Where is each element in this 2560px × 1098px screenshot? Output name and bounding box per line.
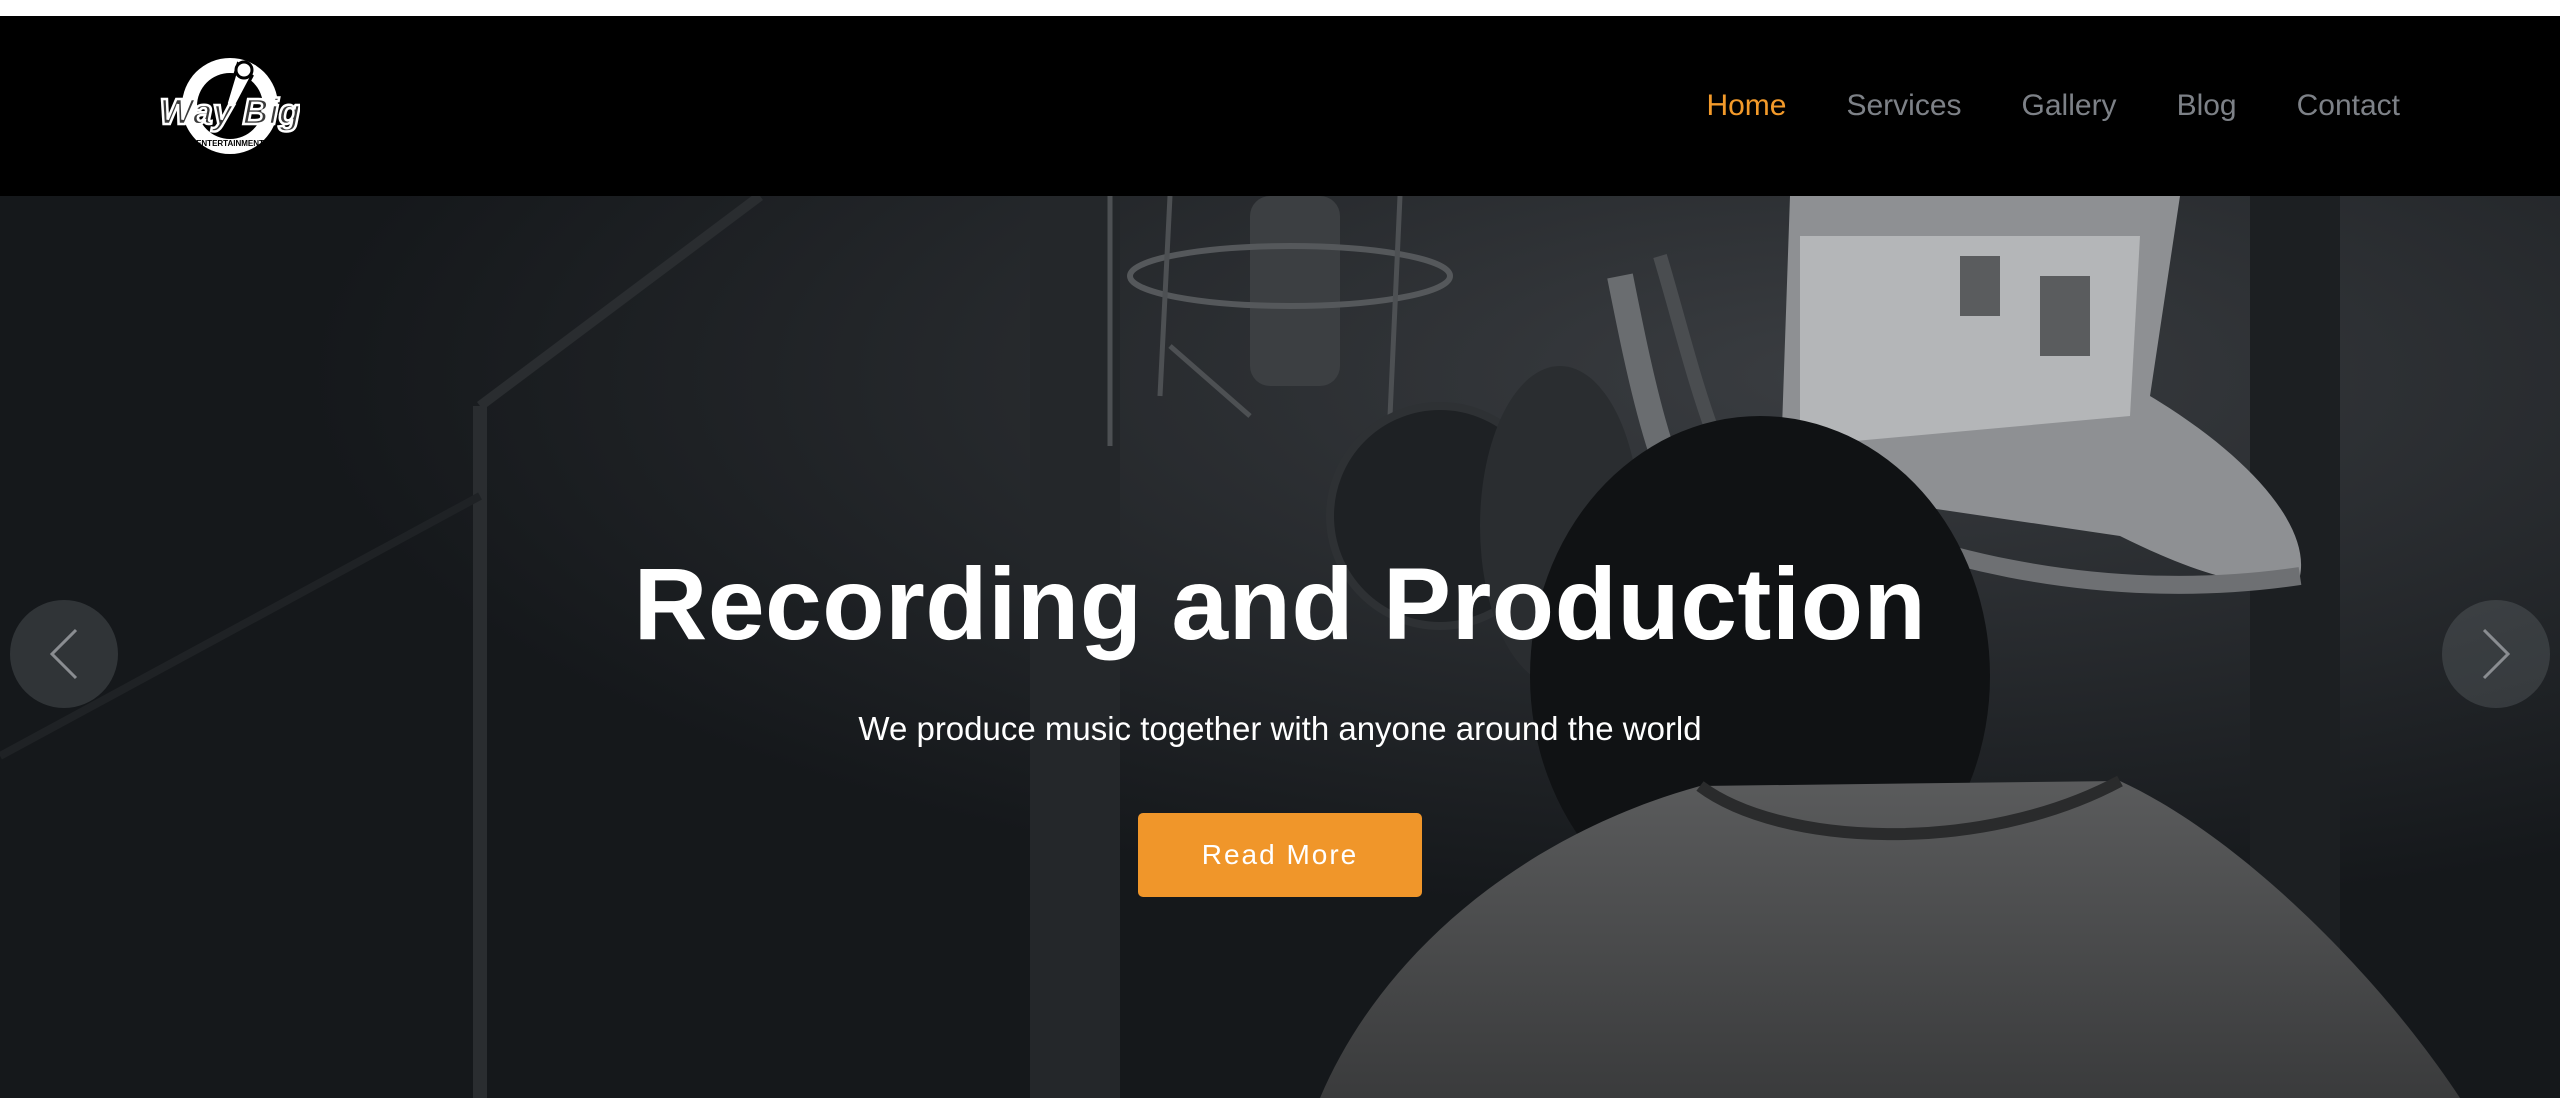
main-nav: Home Services Gallery Blog Contact	[1706, 16, 2400, 196]
chevron-left-icon	[49, 628, 78, 680]
chevron-right-icon	[2482, 628, 2511, 680]
slider-next-button[interactable]	[2442, 600, 2550, 708]
nav-item-blog[interactable]: Blog	[2177, 89, 2237, 123]
slider-prev-button[interactable]	[10, 600, 118, 708]
svg-text:ENTERTAINMENT: ENTERTAINMENT	[196, 139, 264, 148]
logo-mark-icon: Way Big ENTERTAINMENT	[158, 58, 302, 154]
brand-logo[interactable]: Way Big ENTERTAINMENT	[158, 54, 302, 164]
hero-title: Recording and Production	[633, 547, 1927, 661]
hero-slider: Recording and Production We produce musi…	[0, 196, 2560, 1098]
nav-item-gallery[interactable]: Gallery	[2022, 89, 2117, 123]
top-strip	[0, 0, 2560, 16]
site-header: Way Big ENTERTAINMENT Home Services Gall…	[0, 16, 2560, 196]
hero-subtitle: We produce music together with anyone ar…	[858, 710, 1702, 747]
read-more-button[interactable]: Read More	[1138, 813, 1422, 897]
page: Way Big ENTERTAINMENT Home Services Gall…	[0, 0, 2560, 1098]
nav-item-contact[interactable]: Contact	[2297, 89, 2400, 123]
nav-item-home[interactable]: Home	[1706, 89, 1786, 123]
nav-item-services[interactable]: Services	[1846, 89, 1961, 123]
svg-text:Way Big: Way Big	[160, 91, 300, 132]
hero-content: Recording and Production We produce musi…	[0, 196, 2560, 1098]
